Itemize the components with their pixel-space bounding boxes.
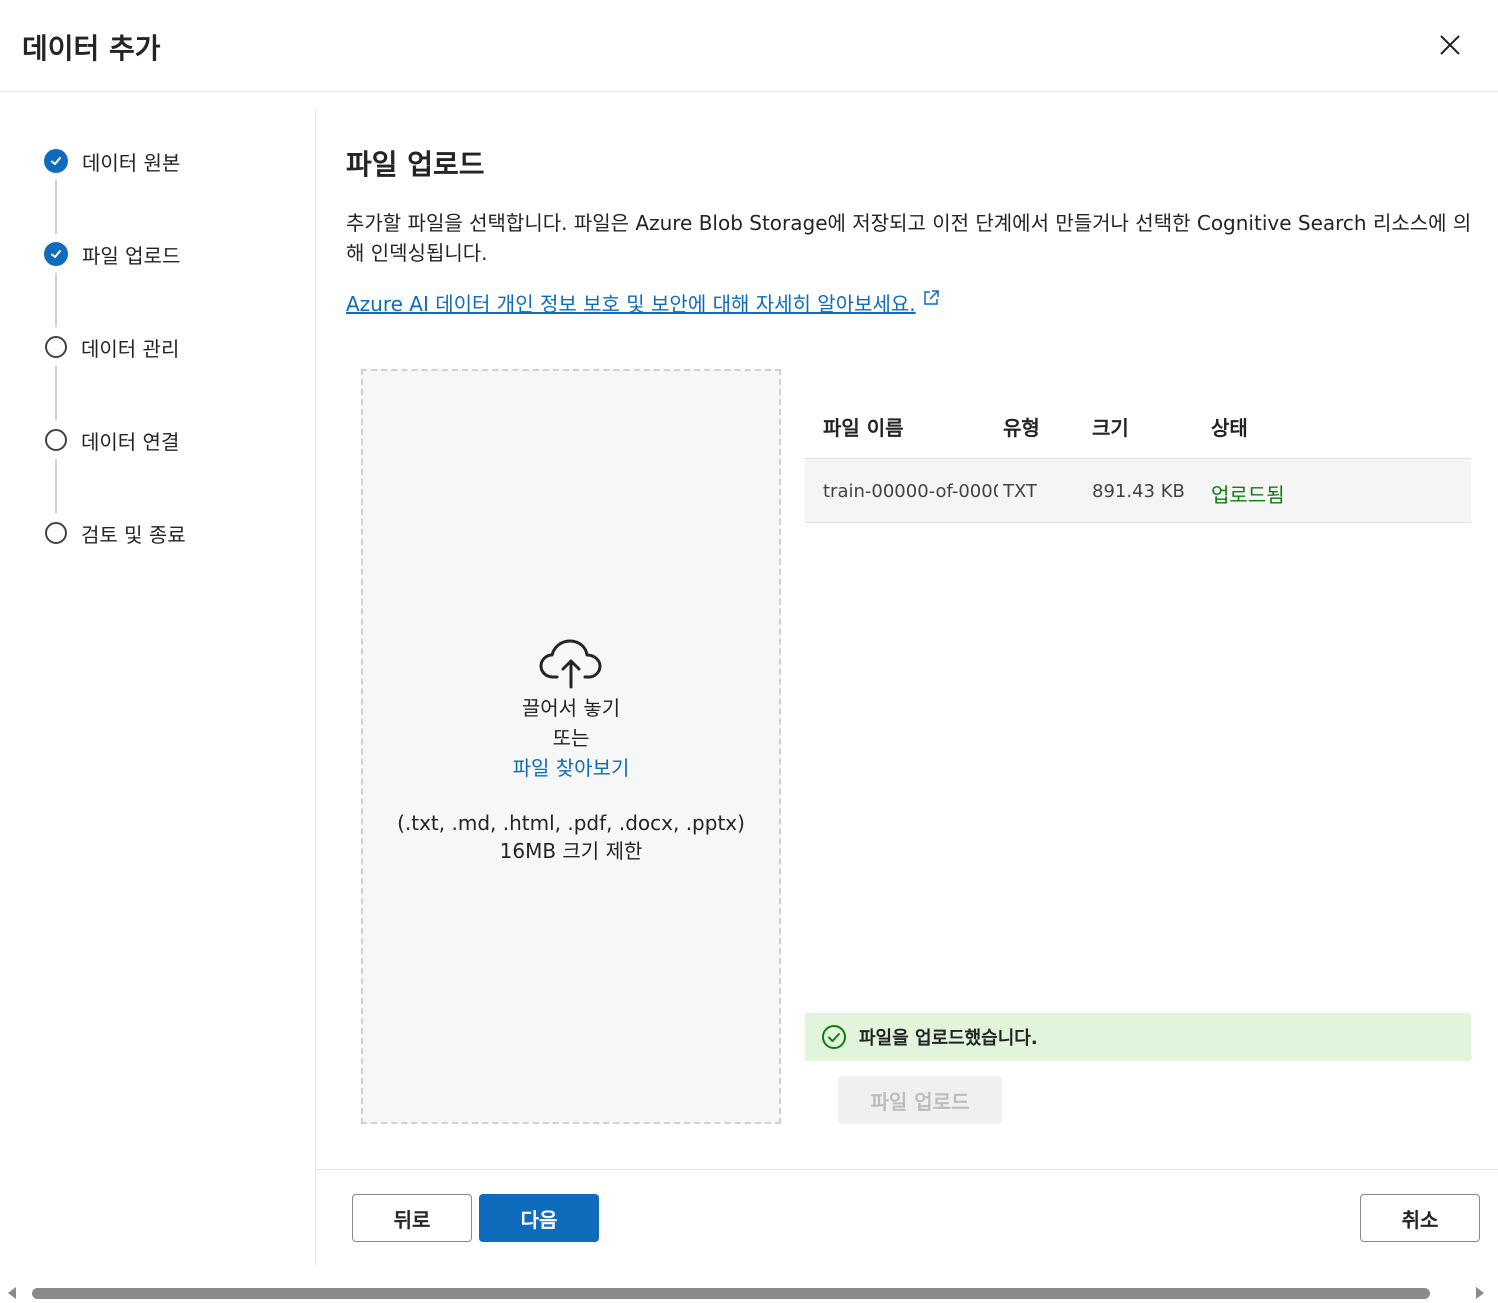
scroll-left-icon[interactable]: [8, 1287, 16, 1299]
page-title: 파일 업로드: [346, 148, 485, 181]
allowed-formats: (.txt, .md, .html, .pdf, .docx, .pptx): [397, 811, 745, 835]
table-row[interactable]: train-00000-of-0000 TXT 891.43 KB 업로드됨: [805, 458, 1471, 523]
dialog-header: 데이터 추가: [0, 0, 1498, 92]
step-data-connection[interactable]: 데이터 연결: [44, 425, 179, 455]
file-size-cell: 891.43 KB: [1092, 481, 1185, 502]
success-text: 파일을 업로드했습니다.: [859, 1028, 1038, 1049]
upload-success-message: 파일을 업로드했습니다.: [805, 1013, 1471, 1061]
file-status-cell: 업로드됨: [1211, 483, 1285, 507]
step-label: 파일 업로드: [82, 243, 181, 268]
step-connector: [55, 273, 57, 327]
step-label: 데이터 원본: [82, 150, 181, 175]
page-description: 추가할 파일을 선택합니다. 파일은 Azure Blob Storage에 저…: [346, 211, 1472, 265]
step-complete-icon: [44, 242, 68, 266]
cancel-button[interactable]: 취소: [1360, 1194, 1480, 1242]
cloud-upload-icon: [539, 639, 602, 689]
step-pending-icon: [45, 522, 67, 544]
step-connector: [55, 459, 57, 513]
learn-more-link[interactable]: Azure AI 데이터 개인 정보 보호 및 보안에 대해 자세히 알아보세요…: [346, 288, 940, 317]
file-type-cell: TXT: [1003, 481, 1038, 502]
browse-files-link[interactable]: 파일 찾아보기: [513, 753, 630, 783]
step-pending-icon: [45, 429, 67, 451]
step-label: 데이터 연결: [81, 429, 180, 454]
step-file-upload[interactable]: 파일 업로드: [44, 239, 180, 269]
footer-divider: [316, 1169, 1498, 1170]
file-dropzone[interactable]: 끌어서 놓기 또는 파일 찾아보기 (.txt, .md, .html, .pd…: [361, 369, 781, 1124]
step-label: 검토 및 종료: [81, 522, 186, 547]
wizard-steps: 데이터 원본 파일 업로드 데이터 관리 데이터 연결 검토 및 종료: [0, 110, 316, 1265]
column-header-size: 크기: [1092, 416, 1129, 440]
step-review-finish[interactable]: 검토 및 종료: [44, 518, 186, 548]
drag-drop-text: 끌어서 놓기: [521, 696, 621, 720]
back-button[interactable]: 뒤로: [352, 1194, 472, 1242]
scrollbar-thumb[interactable]: [32, 1288, 1430, 1299]
or-text: 또는: [552, 726, 590, 750]
learn-more-link-text: Azure AI 데이터 개인 정보 보호 및 보안에 대해 자세히 알아보세요…: [346, 292, 916, 316]
step-connector: [55, 180, 57, 234]
close-button[interactable]: [1432, 27, 1468, 63]
column-header-type: 유형: [1003, 416, 1040, 440]
file-name-cell: train-00000-of-0000: [823, 481, 998, 502]
column-header-status: 상태: [1211, 416, 1248, 440]
files-table-header: 파일 이름 유형 크기 상태: [805, 400, 1471, 450]
step-connector: [55, 366, 57, 420]
upload-files-button[interactable]: 파일 업로드: [838, 1076, 1002, 1124]
external-link-icon: [923, 289, 939, 305]
step-label: 데이터 관리: [81, 336, 180, 361]
step-data-management[interactable]: 데이터 관리: [44, 332, 179, 362]
size-limit: 16MB 크기 제한: [499, 839, 643, 863]
dialog-title: 데이터 추가: [22, 32, 161, 65]
step-data-source[interactable]: 데이터 원본: [44, 146, 180, 176]
step-complete-icon: [44, 149, 68, 173]
close-icon: [1440, 35, 1460, 55]
step-pending-icon: [45, 336, 67, 358]
scroll-right-icon[interactable]: [1476, 1287, 1484, 1299]
next-button[interactable]: 다음: [479, 1194, 599, 1242]
column-header-name: 파일 이름: [823, 416, 904, 440]
check-circle-icon: [822, 1025, 846, 1049]
horizontal-scrollbar[interactable]: [0, 1282, 1498, 1303]
